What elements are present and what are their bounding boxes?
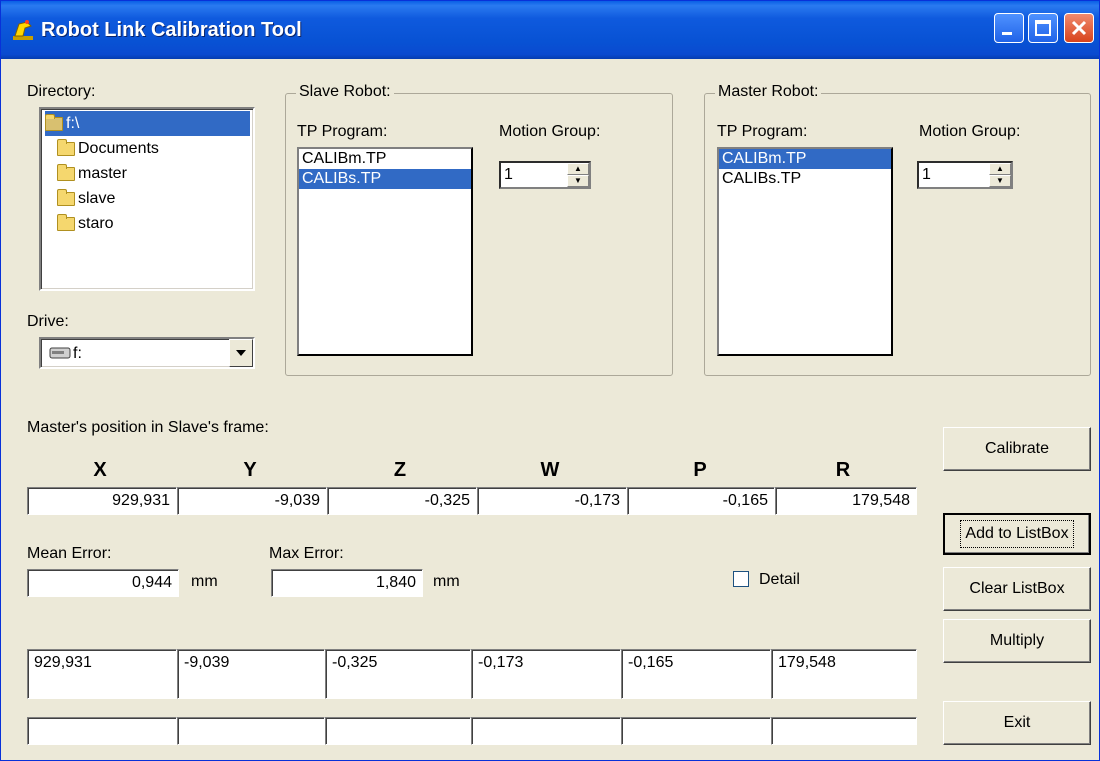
list-row2-w[interactable] [471, 717, 621, 745]
folder-icon [57, 213, 75, 231]
list-item[interactable]: CALIBm.TP [719, 149, 891, 169]
list-row2-r[interactable] [771, 717, 917, 745]
list-row1-y[interactable]: -9,039 [177, 649, 325, 699]
slave-mg-label: Motion Group: [499, 123, 601, 140]
mean-error-label: Mean Error: [27, 545, 112, 562]
position-p-field[interactable]: -0,165 [627, 487, 775, 515]
axis-header-w: W [540, 459, 560, 481]
maximize-icon [1035, 20, 1051, 36]
position-r-field[interactable]: 179,548 [775, 487, 917, 515]
master-motion-group-stepper[interactable]: 1 ▲ ▼ [917, 161, 1013, 189]
mean-error-field[interactable]: 0,944 [27, 569, 179, 597]
directory-item-documents[interactable]: Documents [45, 136, 249, 161]
directory-item-slave[interactable]: slave [45, 186, 249, 211]
list-row2-x[interactable] [27, 717, 177, 745]
list-row2-y[interactable] [177, 717, 325, 745]
minimize-button[interactable] [994, 13, 1024, 43]
dropdown-button[interactable] [229, 339, 253, 367]
maximize-button[interactable] [1028, 13, 1058, 43]
slave-motion-group-stepper[interactable]: 1 ▲ ▼ [499, 161, 591, 189]
multiply-button[interactable]: Multiply [943, 619, 1091, 663]
directory-item-label: Documents [78, 140, 159, 157]
max-error-label: Max Error: [269, 545, 344, 562]
directory-list[interactable]: f:\ Documents master slave staro [39, 107, 255, 291]
close-button[interactable] [1064, 13, 1094, 43]
stepper-value: 1 [922, 166, 931, 183]
master-tp-label: TP Program: [717, 123, 808, 140]
axis-header-r: R [835, 459, 851, 481]
axis-header-z: Z [393, 459, 407, 481]
stepper-down-button[interactable]: ▼ [567, 175, 589, 187]
position-z-field[interactable]: -0,325 [327, 487, 477, 515]
stepper-down-button[interactable]: ▼ [989, 175, 1011, 187]
directory-label: Directory: [27, 83, 96, 100]
list-item[interactable]: CALIBs.TP [299, 169, 471, 189]
directory-item-root[interactable]: f:\ [45, 111, 250, 136]
mean-error-unit: mm [191, 573, 218, 590]
folder-icon [57, 163, 75, 181]
list-row2-z[interactable] [325, 717, 471, 745]
position-w-field[interactable]: -0,173 [477, 487, 627, 515]
master-program-list[interactable]: CALIBm.TP CALIBs.TP [717, 147, 893, 356]
detail-label: Detail [759, 571, 800, 588]
add-to-listbox-label: Add to ListBox [960, 520, 1074, 548]
position-y-field[interactable]: -9,039 [177, 487, 327, 515]
folder-icon [57, 188, 75, 206]
master-robot-legend: Master Robot: [715, 83, 822, 101]
drive-label: Drive: [27, 313, 69, 330]
list-row1-p[interactable]: -0,165 [621, 649, 771, 699]
list-row1-z[interactable]: -0,325 [325, 649, 471, 699]
minimize-icon [1002, 32, 1012, 35]
axis-header-y: Y [243, 459, 257, 481]
slave-robot-legend: Slave Robot: [296, 83, 394, 101]
close-icon [1071, 20, 1087, 36]
slave-tp-label: TP Program: [297, 123, 388, 140]
window-title: Robot Link Calibration Tool [41, 19, 302, 41]
list-item[interactable]: CALIBs.TP [719, 169, 891, 189]
slave-program-list[interactable]: CALIBm.TP CALIBs.TP [297, 147, 473, 356]
directory-item-label: master [78, 165, 127, 182]
folder-icon [57, 138, 75, 156]
position-x-field[interactable]: 929,931 [27, 487, 177, 515]
master-mg-label: Motion Group: [919, 123, 1021, 140]
stepper-up-button[interactable]: ▲ [989, 163, 1011, 175]
list-row1-x[interactable]: 929,931 [27, 649, 177, 699]
drive-value: f: [73, 345, 82, 362]
directory-item-master[interactable]: master [45, 161, 249, 186]
open-folder-icon [45, 113, 63, 131]
directory-item-staro[interactable]: staro [45, 211, 249, 236]
position-label: Master's position in Slave's frame: [27, 419, 269, 436]
stepper-up-button[interactable]: ▲ [567, 163, 589, 175]
directory-item-label: slave [78, 190, 116, 207]
drive-icon [49, 347, 71, 359]
drive-select[interactable]: f: [39, 337, 255, 369]
calibrate-button[interactable]: Calibrate [943, 427, 1091, 471]
list-row1-w[interactable]: -0,173 [471, 649, 621, 699]
directory-item-label: staro [78, 215, 114, 232]
exit-button[interactable]: Exit [943, 701, 1091, 745]
list-row1-r[interactable]: 179,548 [771, 649, 917, 699]
main-window: Robot Link Calibration Tool Directory: f… [0, 0, 1100, 761]
stepper-value: 1 [504, 166, 513, 183]
directory-item-label: f:\ [66, 115, 80, 132]
max-error-field[interactable]: 1,840 [271, 569, 423, 597]
add-to-listbox-button[interactable]: Add to ListBox [943, 513, 1091, 555]
axis-header-x: X [93, 459, 107, 481]
list-row2-p[interactable] [621, 717, 771, 745]
axis-header-p: P [693, 459, 707, 481]
detail-checkbox[interactable] [733, 571, 749, 587]
clear-listbox-button[interactable]: Clear ListBox [943, 567, 1091, 611]
list-item[interactable]: CALIBm.TP [299, 149, 471, 169]
robot-app-icon [13, 20, 33, 40]
title-bar[interactable]: Robot Link Calibration Tool [1, 1, 1099, 59]
chevron-down-icon [236, 350, 246, 356]
max-error-unit: mm [433, 573, 460, 590]
